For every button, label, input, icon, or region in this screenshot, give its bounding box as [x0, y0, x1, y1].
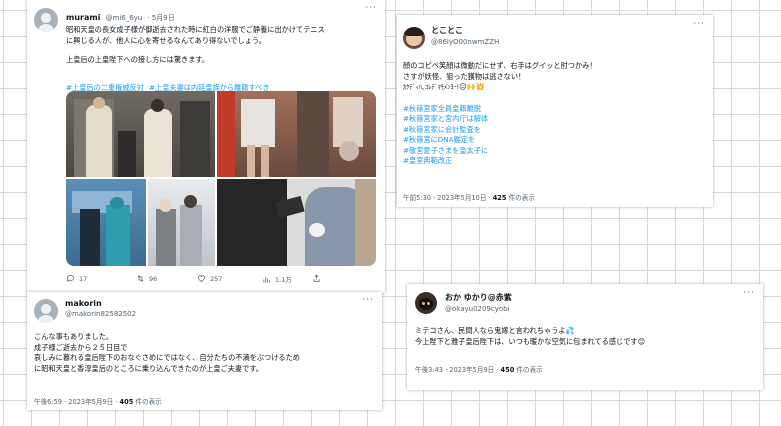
reply-count: 17: [79, 274, 88, 283]
user-handle[interactable]: @86lyO00nwmZZH: [431, 38, 499, 46]
tweet-text-line: こんな事もありました。: [34, 332, 114, 341]
views-label: 件の表示: [506, 194, 535, 202]
hashtag-link[interactable]: #皇室典範改正: [403, 156, 708, 167]
like-button[interactable]: 257: [197, 274, 222, 283]
photo-3[interactable]: [66, 179, 146, 266]
user-handle[interactable]: @mi6_6yu: [106, 14, 143, 22]
photo-4[interactable]: [148, 179, 215, 266]
views-label: 件の表示: [514, 366, 543, 374]
tweet-timestamp[interactable]: 午後6:59 · 2023年5月9日 · 405 件の表示: [34, 396, 162, 406]
tweet-text-line: さすが妖怪、狙った獲物は逃さない！: [403, 71, 526, 81]
more-options-icon[interactable]: ···: [365, 3, 377, 13]
user-handle[interactable]: @okayu0209cyobi: [445, 305, 512, 313]
views-label: 件の表示: [133, 398, 162, 406]
retweet-button[interactable]: 96: [136, 274, 157, 283]
hashtag-link[interactable]: #秋篠宮家全員皇籍離脱: [403, 104, 708, 115]
views-count: 405: [119, 398, 134, 406]
tweet-card-murami: murami @mi6_6yu · 5月9日 昭和天皇の長女成子様が御逝去された…: [27, 0, 385, 293]
reply-icon: [66, 275, 74, 282]
kaomoji-text: ｶｸﾃﾞｨﾊ､ｺﾚﾃﾞﾏﾓﾒﾝﾖｰ!: [403, 84, 460, 91]
tweet-text-line: に興じる人が、他人に心を寄せるなんてあり得ないでしょう。: [66, 35, 266, 45]
user-name[interactable]: murami: [66, 13, 100, 22]
retweet-icon: [137, 275, 144, 282]
photo-grid[interactable]: [66, 91, 376, 266]
views-icon: [263, 276, 270, 282]
hashtag-link[interactable]: #敬宮愛子さまを皇太子に: [403, 146, 708, 157]
tweet-text-line: 上皇后の上皇陛下への接し方には驚きます。: [66, 55, 210, 64]
tweet-text-line: ミテコさん、民間人なら鬼嫁と言われちゃうよ💦: [415, 326, 575, 335]
user-name[interactable]: おか ゆかり@赤紫: [445, 292, 512, 303]
share-icon: [313, 274, 320, 282]
hashtag-link[interactable]: #秋篠宮家と宮内庁は解体: [403, 114, 708, 125]
tweet-timestamp[interactable]: 午後3:43 · 2023年5月9日 · 450 件の表示: [415, 364, 543, 374]
tweet-card-tokotoko: とことこ @86lyO00nwmZZH ··· 顔のコピペ笑顔は微動だにせず、右…: [397, 15, 713, 207]
tweet-card-okayukari: おか ゆかり@赤紫 @okayu0209cyobi ··· ミテコさん、民間人な…: [407, 284, 763, 390]
hashtag-link[interactable]: #秋篠宮家に会計監査を: [403, 125, 708, 136]
tweet-time[interactable]: 午後3:43 · 2023年5月9日 ·: [415, 366, 501, 374]
tweet-time[interactable]: 午前5:30 · 2023年5月10日 ·: [403, 194, 493, 202]
like-count: 257: [210, 274, 223, 283]
share-button[interactable]: [312, 274, 321, 283]
tweet-text-line: 成子様ご逝去から２５日目で: [34, 342, 128, 352]
emoji-text: 😑🙌💥: [459, 82, 485, 91]
more-options-icon[interactable]: ···: [743, 288, 755, 298]
avatar[interactable]: [415, 292, 437, 314]
photo-1[interactable]: [66, 91, 215, 177]
hashtag-link[interactable]: #秋篠宮にDNA鑑定を: [403, 135, 708, 146]
avatar[interactable]: [34, 8, 58, 32]
tweet-timestamp[interactable]: 午前5:30 · 2023年5月10日 · 425 件の表示: [403, 192, 535, 202]
user-name[interactable]: とことこ: [431, 25, 499, 36]
action-bar: 17 96 257 1.1万: [66, 274, 366, 284]
tweet-text-line: 哀しみに暮れる皇后陛下のおなぐさめにではなく、自分たちの不満をぶつけるため: [34, 353, 300, 362]
tweet-card-makorin: makorin @makorin82582502 ··· こんな事もありました。…: [27, 292, 382, 410]
views-count: 1.1万: [275, 276, 292, 284]
views-count: 450: [500, 366, 515, 374]
more-options-icon[interactable]: ···: [362, 295, 374, 305]
tweet-time[interactable]: 午後6:59 · 2023年5月9日 ·: [34, 398, 120, 406]
tweet-text-line: ｶｸﾃﾞｨﾊ､ｺﾚﾃﾞﾏﾓﾒﾝﾖｰ!😑🙌💥: [403, 82, 708, 94]
avatar[interactable]: [403, 27, 425, 49]
user-name[interactable]: makorin: [65, 299, 136, 308]
tweet-text-line: 顔のコピペ笑顔は微動だにせず、右手はグイッと肘つかみ！: [403, 61, 597, 70]
tweet-date[interactable]: · 5月9日: [147, 14, 174, 22]
photo-5[interactable]: [217, 179, 376, 266]
retweet-count: 96: [149, 274, 158, 283]
reply-button[interactable]: 17: [66, 274, 87, 283]
tweet-text-line: 昭和天皇の長女成子様が御逝去された時に紅白の洋服でご静養に出かけてテニス: [66, 25, 325, 34]
user-handle[interactable]: @makorin82582502: [65, 310, 136, 318]
more-options-icon[interactable]: ···: [693, 19, 705, 29]
heart-icon: [198, 275, 205, 282]
tweet-text-line: 今上陛下と雅子皇后陛下は、いつも暖かな空気に包まれてる感じです😊: [415, 336, 646, 346]
avatar[interactable]: [34, 299, 58, 323]
photo-2[interactable]: [217, 91, 376, 177]
views-count: 425: [492, 194, 507, 202]
views-button[interactable]: 1.1万: [262, 274, 292, 284]
tweet-text-line: に昭和天皇と香淳皇后のところに乗り込んできたのが上皇ご夫妻です。: [34, 363, 263, 373]
